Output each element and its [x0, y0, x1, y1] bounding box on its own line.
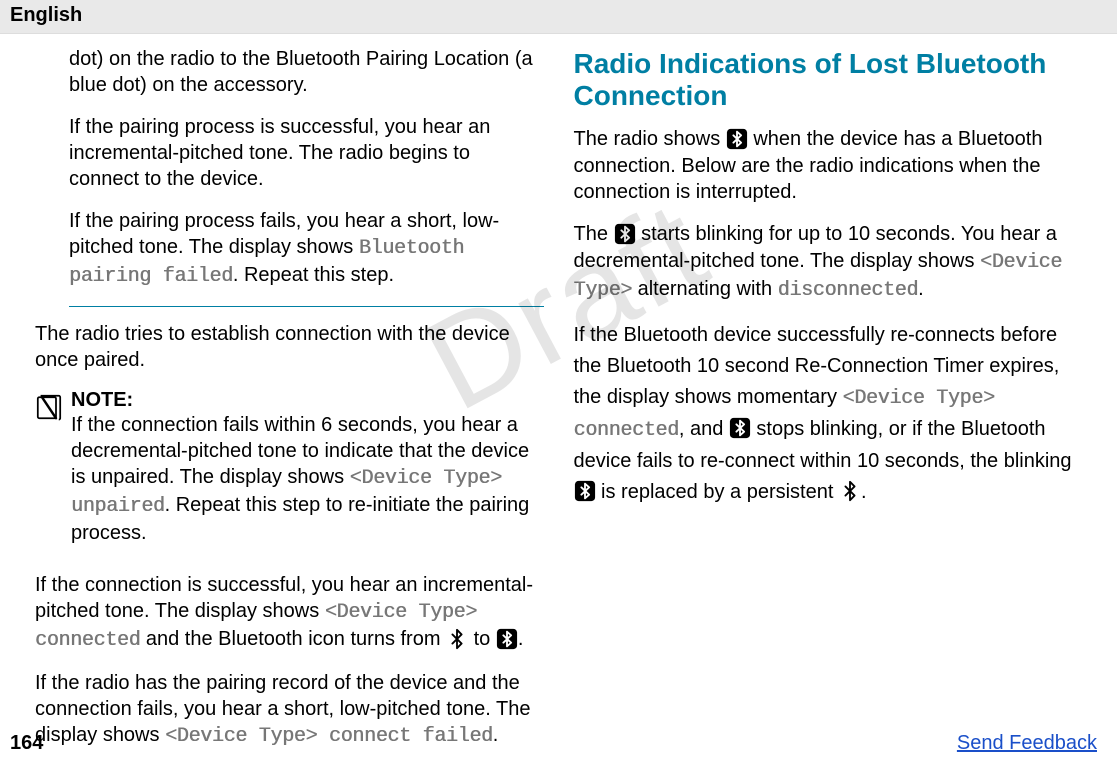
left-p1: dot) on the radio to the Bluetooth Pairi…: [35, 46, 544, 98]
note-text: If the connection fails within 6 seconds…: [71, 412, 544, 546]
page-body: dot) on the radio to the Bluetooth Pairi…: [0, 34, 1117, 725]
right-p1: The radio shows when the device has a Bl…: [574, 126, 1083, 205]
left-p5c: to: [468, 628, 496, 650]
left-p3b: . Repeat this step.: [233, 264, 394, 286]
right-p2: The starts blinking for up to 10 seconds…: [574, 221, 1083, 304]
note-body: NOTE: If the connection fails within 6 s…: [71, 389, 544, 562]
right-p3: If the Bluetooth device successfully re-…: [574, 320, 1083, 508]
page-number: 164: [10, 732, 43, 755]
left-p5b: and the Bluetooth icon turns from: [140, 628, 446, 650]
bluetooth-solid-icon: [614, 222, 636, 248]
p2-code2: disconnected: [778, 279, 918, 302]
right-p2d: .: [918, 278, 924, 300]
left-column: dot) on the radio to the Bluetooth Pairi…: [20, 46, 559, 725]
bluetooth-solid-icon: [729, 414, 751, 445]
bluetooth-solid-icon: [574, 477, 596, 508]
note-block: NOTE: If the connection fails within 6 s…: [35, 389, 544, 562]
right-p2a: The: [574, 223, 614, 245]
right-p2c: alternating with: [632, 278, 778, 300]
step-divider: [69, 306, 544, 307]
left-p3: If the pairing process fails, you hear a…: [35, 208, 544, 290]
left-p2: If the pairing process is successful, yo…: [35, 114, 544, 192]
left-p5: If the connection is successful, you hea…: [35, 572, 544, 654]
left-p5d: .: [518, 628, 524, 650]
bluetooth-solid-icon: [496, 627, 518, 653]
page-header: English: [0, 0, 1117, 34]
right-p1a: The radio shows: [574, 128, 726, 150]
send-feedback-link[interactable]: Send Feedback: [957, 732, 1097, 755]
left-p4: The radio tries to establish connection …: [35, 321, 544, 373]
right-p3d: is replaced by a persistent: [596, 481, 839, 503]
bluetooth-outline-icon: [839, 477, 861, 508]
right-p3e: .: [861, 481, 867, 503]
bluetooth-solid-icon: [726, 127, 748, 153]
right-column: Radio Indications of Lost Bluetooth Conn…: [559, 46, 1098, 725]
section-heading: Radio Indications of Lost Bluetooth Conn…: [574, 48, 1083, 112]
bluetooth-outline-icon: [446, 627, 468, 653]
page-footer: 164 Send Feedback: [0, 730, 1117, 761]
note-icon: [35, 393, 63, 427]
right-p3b: , and: [679, 418, 729, 440]
header-lang: English: [10, 4, 82, 26]
note-title: NOTE:: [71, 389, 544, 412]
